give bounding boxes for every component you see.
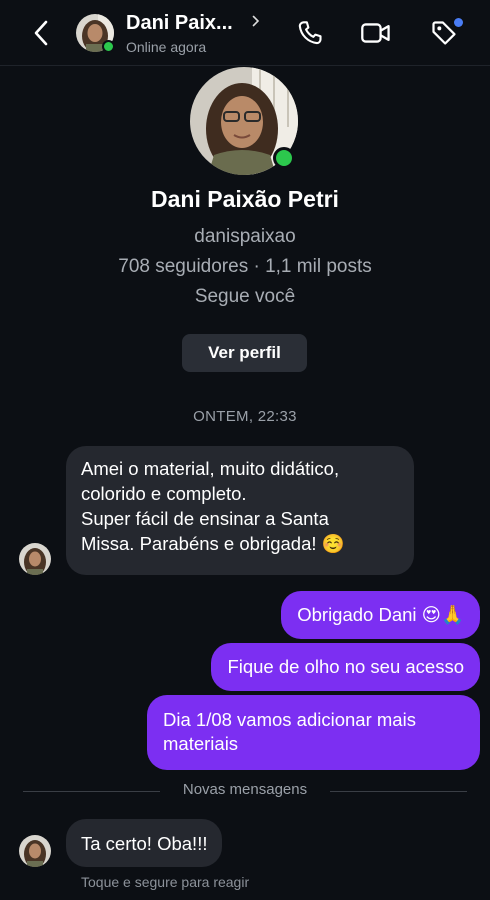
message-line: Dia 1/08 vamos adicionar mais bbox=[163, 709, 416, 730]
message-line: Fique de olho no seu acesso bbox=[227, 656, 464, 677]
follows-you-label: Segue você bbox=[194, 286, 296, 307]
message-line: Obrigado Dani 😍🙏 bbox=[297, 604, 464, 625]
profile-username: danispaixao bbox=[194, 226, 296, 247]
sender-avatar[interactable] bbox=[19, 543, 51, 575]
message-line: Amei o material, muito didático, bbox=[81, 458, 340, 479]
header-status: Online agora bbox=[126, 39, 207, 55]
message-timestamp: ONTEM, 22:33 bbox=[193, 408, 297, 425]
profile-avatar[interactable] bbox=[190, 67, 298, 175]
online-indicator bbox=[102, 40, 115, 53]
message-line: materiais bbox=[163, 733, 239, 754]
incoming-message-bubble[interactable]: Ta certo! Oba!!! bbox=[66, 819, 223, 867]
incoming-message-bubble[interactable]: Amei o material, muito didático, colorid… bbox=[66, 446, 414, 575]
divider-line bbox=[330, 791, 467, 792]
header-name[interactable]: Dani Paix... bbox=[126, 12, 233, 35]
outgoing-message-bubble[interactable]: Dia 1/08 vamos adicionar mais materiais bbox=[147, 695, 480, 770]
phone-icon[interactable] bbox=[293, 16, 327, 50]
message-line: colorido e completo. bbox=[81, 483, 247, 504]
new-messages-label: Novas mensagens bbox=[182, 781, 308, 798]
video-camera-icon[interactable] bbox=[359, 16, 393, 50]
profile-name: Dani Paixão Petri bbox=[151, 186, 339, 212]
message-line: Ta certo! Oba!!! bbox=[81, 833, 208, 854]
reaction-hint: Toque e segure para reagir bbox=[81, 874, 250, 890]
sender-avatar[interactable] bbox=[19, 835, 51, 867]
message-line: Super fácil de ensinar a Santa bbox=[81, 508, 329, 529]
online-indicator bbox=[273, 147, 295, 169]
view-profile-button[interactable]: Ver perfil bbox=[182, 334, 307, 372]
notification-dot bbox=[454, 18, 463, 27]
profile-stats: 708 seguidores · 1,1 mil posts bbox=[118, 256, 372, 277]
header-avatar[interactable] bbox=[76, 14, 115, 53]
chat-header: Dani Paix... Online agora bbox=[0, 0, 490, 66]
outgoing-message-bubble[interactable]: Fique de olho no seu acesso bbox=[211, 643, 480, 691]
message-line: Missa. Parabéns e obrigada! ☺️ bbox=[81, 533, 345, 554]
outgoing-message-bubble[interactable]: Obrigado Dani 😍🙏 bbox=[281, 591, 480, 639]
back-arrow-icon[interactable] bbox=[28, 18, 54, 48]
chevron-right-icon[interactable] bbox=[252, 14, 260, 30]
